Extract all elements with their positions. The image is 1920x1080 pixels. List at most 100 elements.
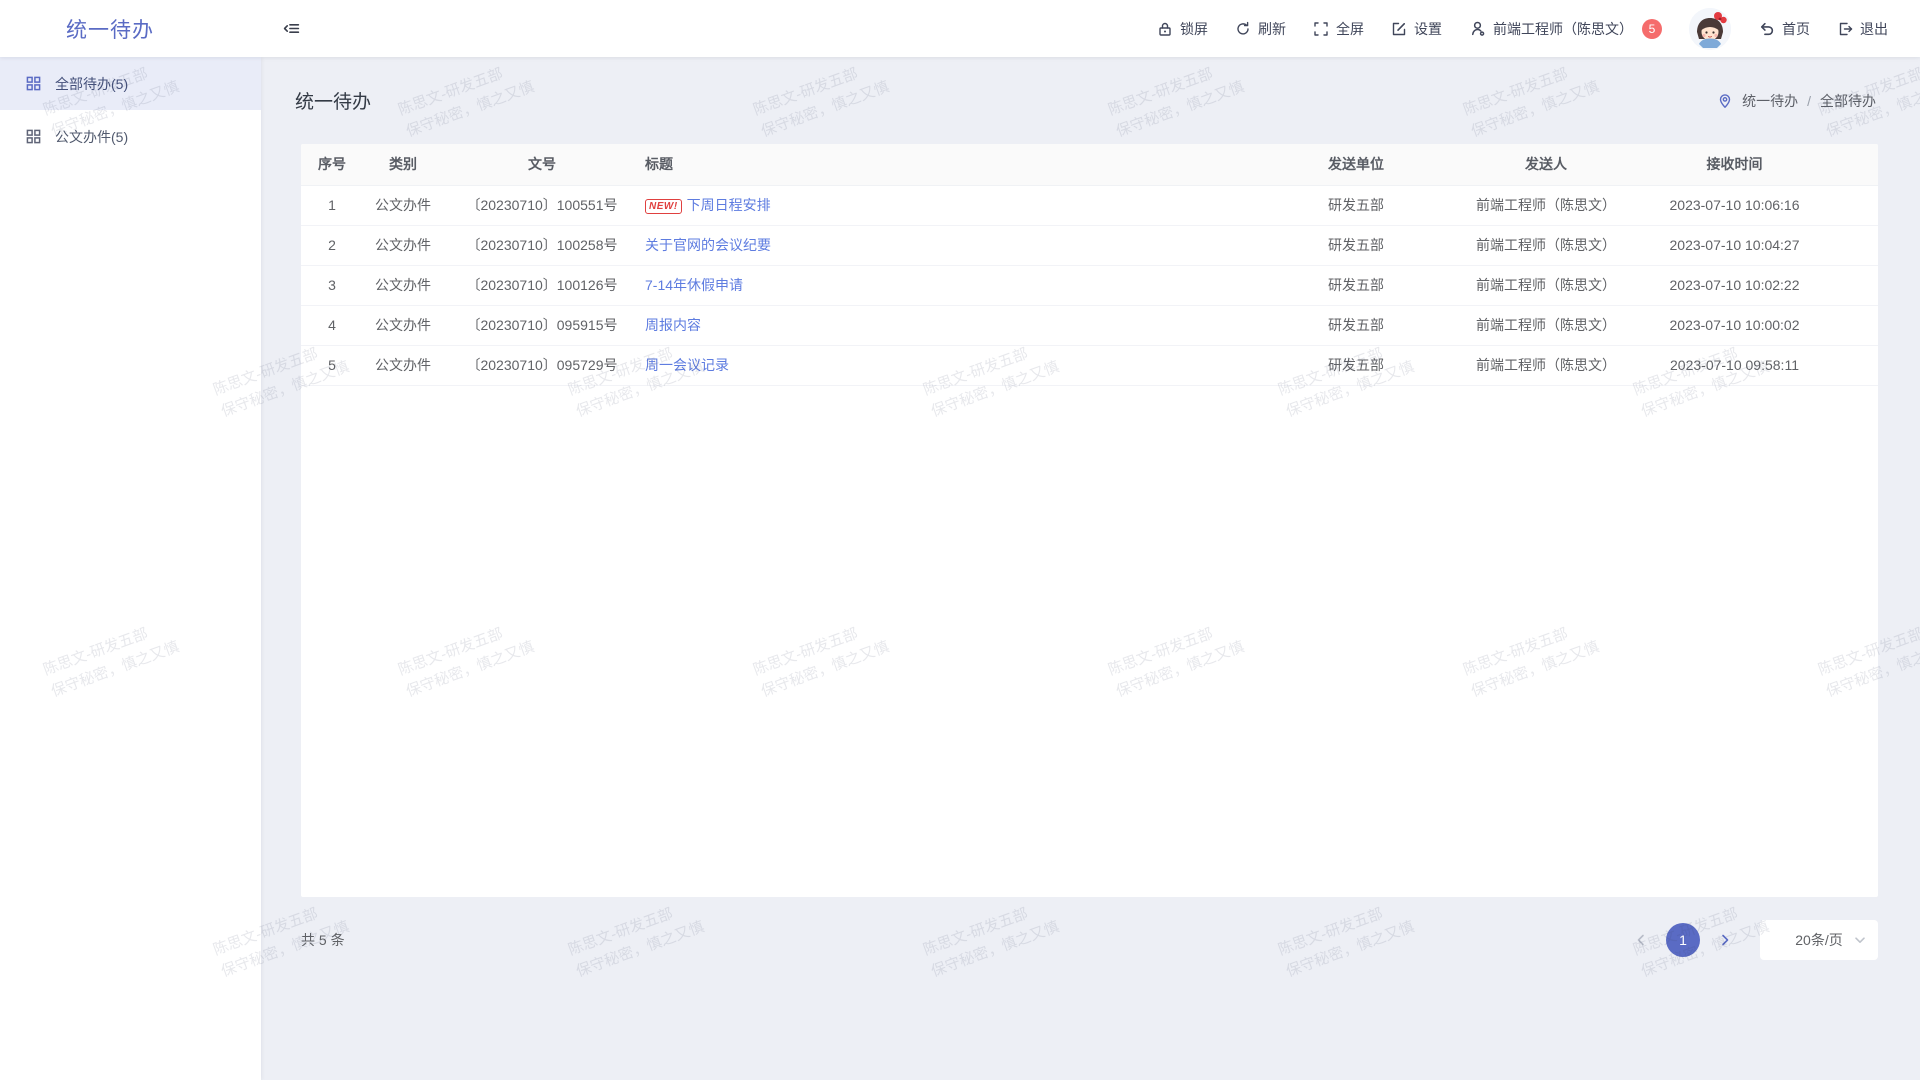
todo-count-badge: 5 [1642,19,1662,39]
logout-label: 退出 [1860,19,1888,39]
fullscreen-icon [1313,21,1329,37]
cell-category: 公文办件 [363,225,443,265]
cell-time: 2023-07-10 10:04:27 [1651,225,1878,265]
cell-seq: 1 [301,185,363,225]
todo-table: 序号 类别 文号 标题 发送单位 发送人 接收时间 1 公文办件 〔202307… [301,144,1878,386]
sidebar-item-label: 公文办件(5) [55,127,128,147]
cell-unit: 研发五部 [1271,305,1441,345]
column-header-seq: 序号 [301,144,363,185]
document-title-link[interactable]: 周一会议记录 [645,357,729,373]
cell-title: 周报内容 [641,305,1271,345]
lock-screen-button[interactable]: 锁屏 [1157,19,1208,39]
column-header-time: 接收时间 [1651,144,1878,185]
table-row: 5 公文办件 〔20230710〕095729号 周一会议记录 研发五部 前端工… [301,345,1878,385]
logo-text: 统一待办 [66,19,154,42]
cell-time: 2023-07-10 09:58:11 [1651,345,1878,385]
document-title-link[interactable]: 周报内容 [645,317,701,333]
cell-sender: 前端工程师（陈思文） [1441,305,1651,345]
next-page-button[interactable] [1712,927,1738,953]
cell-category: 公文办件 [363,265,443,305]
page-header: 统一待办 统一待办 / 全部待办 [261,57,1920,144]
user-name-label: 前端工程师（陈思文） [1493,19,1633,39]
table-row: 4 公文办件 〔20230710〕095915号 周报内容 研发五部 前端工程师… [301,305,1878,345]
refresh-label: 刷新 [1258,19,1286,39]
main-content: 统一待办 统一待办 / 全部待办 序号 类别 文号 标题 [261,57,1920,1080]
settings-label: 设置 [1414,19,1442,39]
grid-icon [26,129,41,144]
cell-sender: 前端工程师（陈思文） [1441,225,1651,265]
location-pin-icon [1717,93,1733,109]
page-number-button[interactable]: 1 [1666,923,1700,957]
document-title-link[interactable]: 关于官网的会议纪要 [645,237,771,253]
home-button[interactable]: 首页 [1758,19,1810,39]
cell-unit: 研发五部 [1271,185,1441,225]
refresh-button[interactable]: 刷新 [1235,19,1286,39]
sidebar-item-all-todo[interactable]: 全部待办(5) [0,57,261,110]
table-row: 3 公文办件 〔20230710〕100126号 7-14年休假申请 研发五部 … [301,265,1878,305]
undo-home-icon [1758,20,1775,37]
todo-table-card: 序号 类别 文号 标题 发送单位 发送人 接收时间 1 公文办件 〔202307… [301,144,1878,897]
page-size-select[interactable]: 20条/页 [1760,920,1878,960]
cell-doc-no: 〔20230710〕100126号 [443,265,641,305]
table-header-row: 序号 类别 文号 标题 发送单位 发送人 接收时间 [301,144,1878,185]
menu-fold-icon [283,20,300,37]
prev-page-button[interactable] [1628,927,1654,953]
column-header-doc-no: 文号 [443,144,641,185]
refresh-icon [1235,21,1251,37]
table-row: 1 公文办件 〔20230710〕100551号 NEW!下周日程安排 研发五部… [301,185,1878,225]
cell-time: 2023-07-10 10:00:02 [1651,305,1878,345]
settings-edit-icon [1391,21,1407,37]
topbar-actions: 锁屏 刷新 全屏 设置 [1157,8,1920,50]
lock-icon [1157,21,1173,37]
pagination-bar: 共 5 条 1 20条/页 [301,897,1878,983]
breadcrumb-separator: / [1807,93,1811,109]
breadcrumb-item-root[interactable]: 统一待办 [1742,91,1798,111]
page-title: 统一待办 [295,87,371,114]
breadcrumb-item-current[interactable]: 全部待办 [1820,91,1876,111]
column-header-sender: 发送人 [1441,144,1651,185]
cell-sender: 前端工程师（陈思文） [1441,185,1651,225]
user-icon [1469,20,1486,37]
cell-unit: 研发五部 [1271,265,1441,305]
cell-seq: 3 [301,265,363,305]
avatar[interactable] [1689,8,1731,50]
column-header-unit: 发送单位 [1271,144,1441,185]
document-title-link[interactable]: 下周日程安排 [687,197,771,213]
cell-doc-no: 〔20230710〕095915号 [443,305,641,345]
lock-screen-label: 锁屏 [1180,19,1208,39]
logo: 统一待办 [0,14,261,44]
document-title-link[interactable]: 7-14年休假申请 [645,277,743,293]
top-bar: 统一待办 锁屏 刷新 [0,0,1920,57]
pager: 1 [1628,923,1738,957]
user-menu[interactable]: 前端工程师（陈思文） 5 [1469,19,1662,39]
cell-time: 2023-07-10 10:02:22 [1651,265,1878,305]
grid-icon [26,76,41,91]
sidebar: 全部待办(5) 公文办件(5) [0,57,261,1080]
cell-doc-no: 〔20230710〕095729号 [443,345,641,385]
fullscreen-button[interactable]: 全屏 [1313,19,1364,39]
cell-seq: 2 [301,225,363,265]
cell-unit: 研发五部 [1271,345,1441,385]
column-header-title: 标题 [641,144,1271,185]
cell-doc-no: 〔20230710〕100551号 [443,185,641,225]
sidebar-item-label: 全部待办(5) [55,74,128,94]
cell-title: 关于官网的会议纪要 [641,225,1271,265]
sidebar-item-official-docs[interactable]: 公文办件(5) [0,110,261,163]
chevron-down-icon [1854,934,1866,946]
menu-fold-button[interactable] [283,20,300,37]
cell-category: 公文办件 [363,305,443,345]
settings-button[interactable]: 设置 [1391,19,1442,39]
breadcrumb: 统一待办 / 全部待办 [1717,91,1876,111]
column-header-category: 类别 [363,144,443,185]
home-label: 首页 [1782,19,1810,39]
cell-title: NEW!下周日程安排 [641,185,1271,225]
table-row: 2 公文办件 〔20230710〕100258号 关于官网的会议纪要 研发五部 … [301,225,1878,265]
page-size-value: 20条/页 [1795,930,1842,950]
total-count-label: 共 5 条 [301,930,345,950]
cell-title: 周一会议记录 [641,345,1271,385]
cell-doc-no: 〔20230710〕100258号 [443,225,641,265]
cell-time: 2023-07-10 10:06:16 [1651,185,1878,225]
logout-button[interactable]: 退出 [1837,19,1888,39]
cell-title: 7-14年休假申请 [641,265,1271,305]
cell-sender: 前端工程师（陈思文） [1441,265,1651,305]
